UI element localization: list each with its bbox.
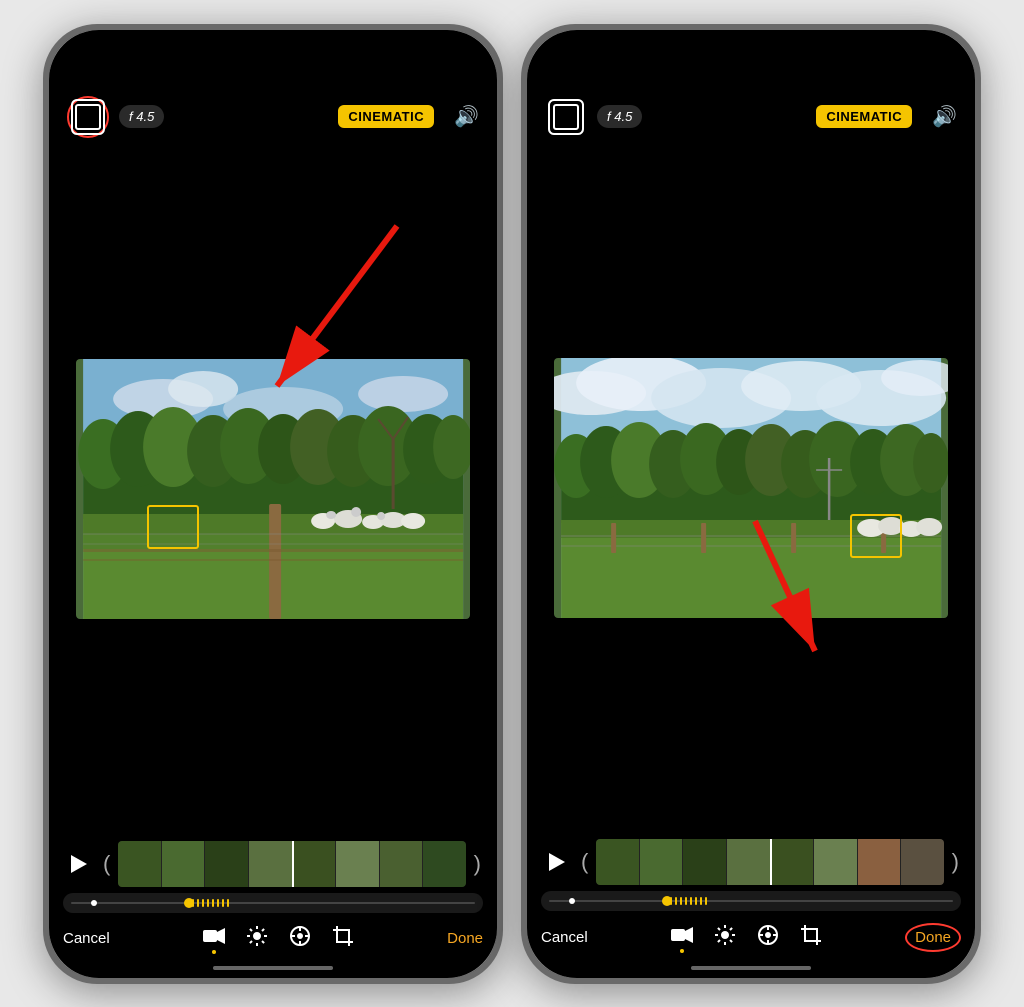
phone-left: f 4.5 CINEMATIC 🔊 [43, 24, 503, 984]
film-thumb-r7 [858, 839, 901, 885]
film-thumb-4 [249, 841, 292, 887]
aperture-badge-left[interactable]: f 4.5 [119, 105, 164, 128]
nav-icon-dot-left [212, 950, 216, 954]
bottom-section-left: ( [49, 833, 497, 962]
crop-icon-left[interactable] [333, 926, 353, 951]
scrubber-track-right[interactable] [541, 891, 961, 911]
timeline-strip-right: ( [527, 839, 975, 885]
aperture-badge-right[interactable]: f 4.5 [597, 105, 642, 128]
scrubber-line-right [549, 900, 953, 902]
cinematic-badge-left[interactable]: CINEMATIC [338, 105, 434, 128]
film-thumb-r8 [901, 839, 944, 885]
brightness-icon-right[interactable] [715, 925, 735, 950]
phone-right: f 4.5 CINEMATIC 🔊 [521, 24, 981, 984]
focus-icon-button-left[interactable] [67, 96, 109, 138]
film-thumb-3 [205, 841, 248, 887]
focus-icon-button-right[interactable] [545, 96, 587, 138]
video-camera-icon-left[interactable] [203, 927, 225, 950]
film-thumb-7 [380, 841, 423, 887]
video-frame-left [76, 359, 470, 619]
play-button-left[interactable] [63, 848, 95, 880]
bottom-section-right: ( [527, 831, 975, 962]
bottom-nav-left: Cancel [49, 917, 497, 958]
video-camera-icon-right[interactable] [671, 926, 693, 949]
play-triangle-right [549, 853, 565, 871]
done-button-left[interactable]: Done [447, 930, 483, 947]
toolbar-top-left: f 4.5 CINEMATIC 🔊 [49, 88, 497, 146]
scrubber-line-left [71, 902, 475, 904]
cancel-button-right[interactable]: Cancel [541, 929, 588, 946]
play-button-right[interactable] [541, 846, 573, 878]
bracket-right-left: ) [472, 851, 483, 877]
video-bg-left [76, 359, 470, 619]
film-thumb-6 [336, 841, 379, 887]
crop-icon-right[interactable] [801, 925, 821, 950]
film-playhead-left [292, 841, 294, 887]
film-thumb-2 [162, 841, 205, 887]
scrubber-ticks-left [192, 899, 229, 907]
scrubber-ticks-right [670, 897, 707, 905]
film-thumb-5 [293, 841, 336, 887]
film-thumb-r2 [640, 839, 683, 885]
toolbar-top-right: f 4.5 CINEMATIC 🔊 [527, 88, 975, 146]
bracket-right-right: ) [950, 849, 961, 875]
done-button-right[interactable]: Done [905, 923, 961, 952]
video-bg-right [554, 358, 948, 618]
home-indicator-left [213, 966, 333, 970]
focus-box-left [147, 505, 199, 549]
film-thumb-r4 [727, 839, 770, 885]
phone-right-frame: f 4.5 CINEMATIC 🔊 [521, 24, 981, 984]
scrubber-row-right [527, 891, 975, 911]
video-preview-left [49, 146, 497, 833]
focus-box-right [850, 514, 902, 558]
volume-icon-right[interactable]: 🔊 [932, 104, 957, 129]
phone-right-content: f 4.5 CINEMATIC 🔊 [527, 30, 975, 978]
wheel-icon-right[interactable] [757, 924, 779, 951]
phone-right-inner: f 4.5 CINEMATIC 🔊 [527, 30, 975, 978]
play-triangle-left [71, 855, 87, 873]
focus-icon-left [71, 99, 105, 135]
volume-icon-left[interactable]: 🔊 [454, 104, 479, 129]
film-thumb-r5 [771, 839, 814, 885]
scrubber-dot-white-right [569, 898, 575, 904]
bracket-left-left: ( [101, 851, 112, 877]
video-preview-right [527, 146, 975, 831]
cinematic-badge-right[interactable]: CINEMATIC [816, 105, 912, 128]
phone-left-content: f 4.5 CINEMATIC 🔊 [49, 30, 497, 978]
film-thumb-8 [423, 841, 466, 887]
bracket-left-right: ( [579, 849, 590, 875]
phone-left-inner: f 4.5 CINEMATIC 🔊 [49, 30, 497, 978]
dynamic-island-left [213, 42, 333, 76]
cancel-button-left[interactable]: Cancel [63, 930, 110, 947]
nav-icons-right [588, 924, 905, 951]
filmstrip-right[interactable] [596, 839, 943, 885]
film-thumb-1 [118, 841, 161, 887]
phone-left-frame: f 4.5 CINEMATIC 🔊 [43, 24, 503, 984]
bottom-nav-right: Cancel [527, 915, 975, 958]
film-thumb-r6 [814, 839, 857, 885]
wheel-icon-left[interactable] [289, 925, 311, 952]
video-frame-right [554, 358, 948, 618]
home-indicator-right [691, 966, 811, 970]
nav-icon-dot-right [680, 949, 684, 953]
brightness-icon-left[interactable] [247, 926, 267, 951]
nav-icons-left [110, 925, 447, 952]
filmstrip-left[interactable] [118, 841, 465, 887]
film-thumb-r1 [596, 839, 639, 885]
film-playhead-right [770, 839, 772, 885]
phones-container: f 4.5 CINEMATIC 🔊 [43, 24, 981, 984]
scrubber-row-left [49, 893, 497, 913]
film-thumb-r3 [683, 839, 726, 885]
dynamic-island-right [691, 42, 811, 76]
scrubber-track-left[interactable] [63, 893, 483, 913]
timeline-strip-left: ( [49, 841, 497, 887]
scrubber-dot-white-left [91, 900, 97, 906]
focus-icon-right [548, 99, 584, 135]
